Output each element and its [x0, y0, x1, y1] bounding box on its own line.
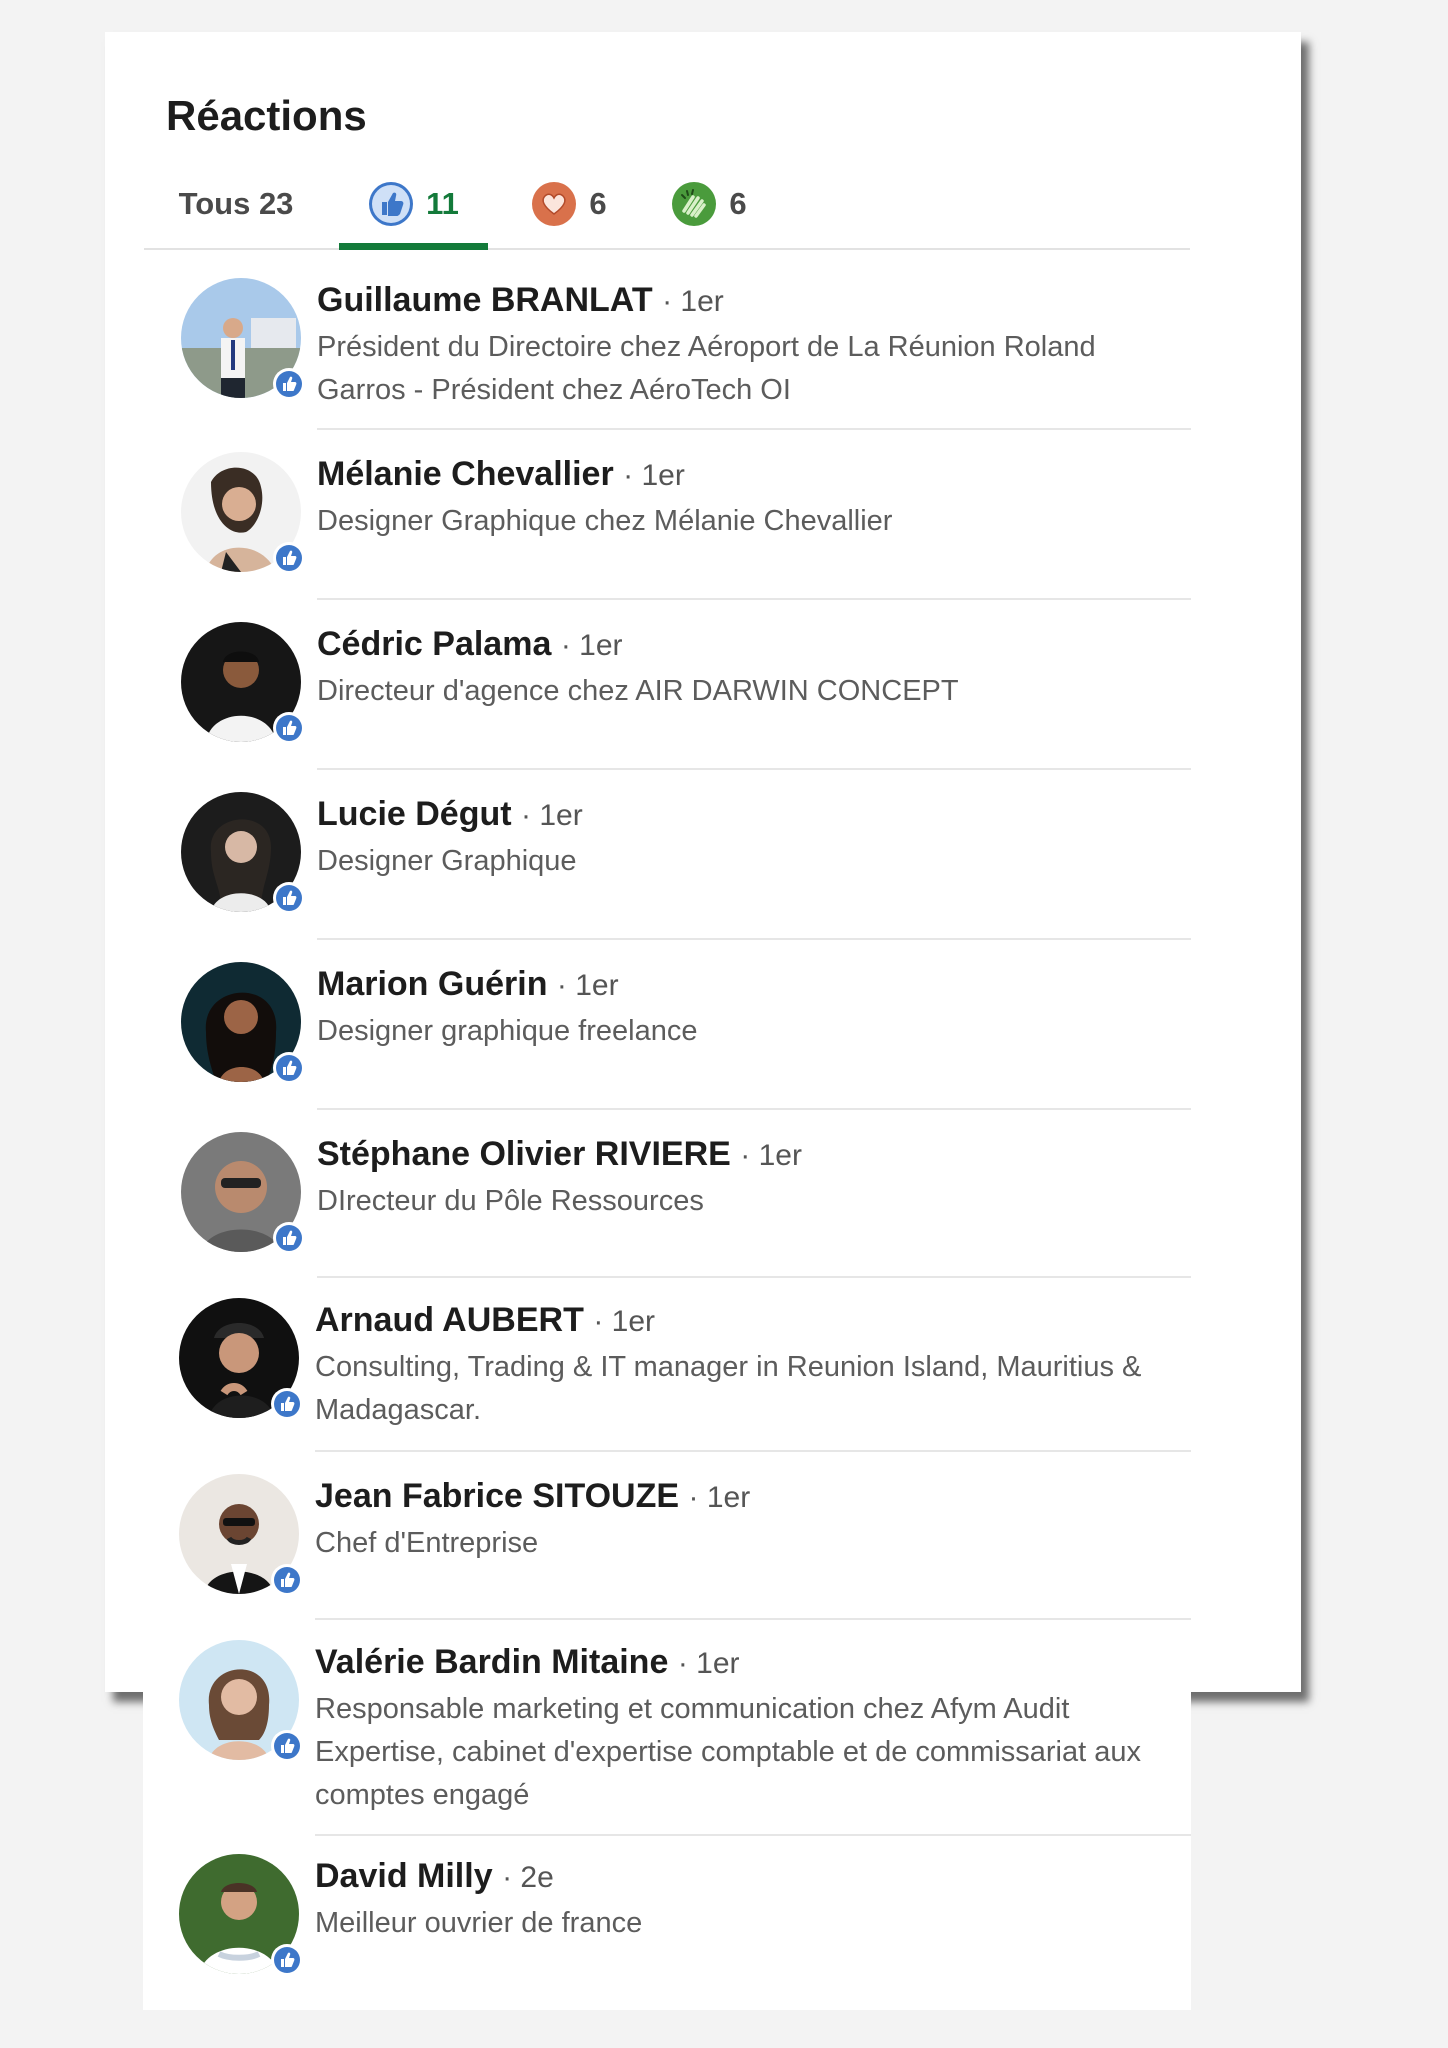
reactor-name[interactable]: Marion Guérin [317, 965, 547, 1003]
reactor-info: Jean Fabrice SITOUZE · 1er Chef d'Entrep… [315, 1474, 1191, 1620]
reactor-headline: Chef d'Entreprise [315, 1527, 539, 1559]
connection-degree: · 1er [740, 1139, 802, 1172]
reactor-headline: DIrecteur du Pôle Ressources [317, 1185, 704, 1217]
reactor-info: Lucie Dégut · 1er Designer Graphique [317, 792, 1191, 940]
clap-icon [671, 181, 717, 227]
tab-celebrate-count: 6 [729, 186, 747, 221]
connection-degree: · 1er [662, 285, 724, 318]
connection-degree: · 1er [677, 1647, 740, 1680]
reactor-headline: Président du Directoire chez Aéroport de… [317, 331, 1096, 406]
avatar-wrap [179, 1298, 303, 1420]
list-item[interactable]: Stéphane Olivier RIVIERE · 1er DIrecteur… [143, 1110, 1191, 1278]
modal-title: Réactions [166, 92, 367, 139]
avatar-wrap [181, 452, 305, 574]
reactor-info: Marion Guérin · 1er Designer graphique f… [317, 962, 1191, 1110]
list-item[interactable]: Valérie Bardin Mitaine · 1er Responsable… [143, 1620, 1191, 1836]
avatar-wrap [179, 1854, 303, 1976]
reactor-name[interactable]: Guillaume BRANLAT [317, 281, 653, 319]
reactor-name[interactable]: David Milly [315, 1857, 493, 1895]
tab-like-count: 11 [426, 186, 459, 221]
tab-love-count: 6 [589, 186, 607, 221]
avatar-wrap [181, 1132, 305, 1254]
list-item[interactable]: Guillaume BRANLAT · 1er Président du Dir… [143, 256, 1191, 430]
reactor-headline: Designer Graphique chez Mélanie Chevalli… [317, 505, 893, 537]
reactor-info: Valérie Bardin Mitaine · 1er Responsable… [315, 1640, 1191, 1836]
like-badge-icon [273, 1052, 305, 1084]
reactor-info: Arnaud AUBERT · 1er Consulting, Trading … [315, 1298, 1191, 1452]
reactor-info: Guillaume BRANLAT · 1er Président du Dir… [317, 278, 1191, 430]
reactor-list: Guillaume BRANLAT · 1er Président du Dir… [143, 256, 1191, 2010]
tab-celebrate[interactable]: 6 [644, 160, 774, 248]
reactor-name[interactable]: Lucie Dégut [317, 795, 512, 833]
reactor-headline: Responsable marketing et communication c… [315, 1693, 1141, 1811]
reactor-headline: Designer graphique freelance [317, 1015, 698, 1047]
like-badge-icon [271, 1944, 303, 1976]
list-item[interactable]: Lucie Dégut · 1er Designer Graphique [143, 770, 1191, 940]
connection-degree: · 2e [502, 1861, 554, 1894]
reactor-headline: Designer Graphique [317, 845, 577, 877]
reactor-headline: Directeur d'agence chez AIR DARWIN CONCE… [317, 675, 959, 707]
tab-all-label: Tous 23 [178, 186, 294, 221]
connection-degree: · 1er [556, 969, 619, 1002]
connection-degree: · 1er [623, 459, 685, 492]
list-item[interactable]: Jean Fabrice SITOUZE · 1er Chef d'Entrep… [143, 1452, 1191, 1620]
tab-like[interactable]: 11 [339, 160, 488, 250]
reactor-name[interactable]: Stéphane Olivier RIVIERE [317, 1135, 731, 1173]
like-badge-icon [271, 1564, 303, 1596]
like-badge-icon [273, 542, 305, 574]
list-item[interactable]: David Milly · 2e Meilleur ouvrier de fra… [143, 1836, 1191, 1976]
avatar-wrap [179, 1640, 303, 1762]
avatar-wrap [181, 792, 305, 914]
like-icon [368, 181, 414, 227]
connection-degree: · 1er [521, 799, 583, 832]
tab-love[interactable]: 6 [504, 160, 634, 248]
reactor-name[interactable]: Arnaud AUBERT [315, 1301, 584, 1339]
reactor-info: David Milly · 2e Meilleur ouvrier de fra… [315, 1854, 1191, 1964]
reactor-name[interactable]: Jean Fabrice SITOUZE [315, 1477, 679, 1515]
reactor-name[interactable]: Valérie Bardin Mitaine [315, 1643, 668, 1681]
tab-all[interactable]: Tous 23 [144, 160, 328, 248]
reactor-name[interactable]: Cédric Palama [317, 625, 551, 663]
heart-icon [531, 181, 577, 227]
avatar-wrap [179, 1474, 303, 1596]
like-badge-icon [273, 712, 305, 744]
reactor-name[interactable]: Mélanie Chevallier [317, 455, 614, 493]
reactor-info: Stéphane Olivier RIVIERE · 1er DIrecteur… [317, 1132, 1191, 1278]
connection-degree: · 1er [688, 1481, 751, 1514]
like-badge-icon [273, 882, 305, 914]
like-badge-icon [271, 1388, 303, 1420]
list-item[interactable]: Cédric Palama · 1er Directeur d'agence c… [143, 600, 1191, 770]
list-item[interactable]: Arnaud AUBERT · 1er Consulting, Trading … [143, 1278, 1191, 1452]
connection-degree: · 1er [560, 629, 623, 662]
reactor-headline: Consulting, Trading & IT manager in Reun… [315, 1351, 1142, 1426]
like-badge-icon [273, 1222, 305, 1254]
reactor-info: Mélanie Chevallier · 1er Designer Graphi… [317, 452, 1191, 600]
connection-degree: · 1er [593, 1305, 655, 1338]
list-item[interactable]: Mélanie Chevallier · 1er Designer Graphi… [143, 430, 1191, 600]
like-badge-icon [271, 1730, 303, 1762]
reactor-headline: Meilleur ouvrier de france [315, 1907, 643, 1939]
avatar-wrap [181, 962, 305, 1084]
reaction-tabs: Tous 23 11 6 6 [144, 160, 1190, 250]
like-badge-icon [273, 368, 305, 400]
avatar-wrap [181, 622, 305, 744]
list-item[interactable]: Marion Guérin · 1er Designer graphique f… [143, 940, 1191, 1110]
avatar-wrap [181, 278, 305, 400]
reactor-info: Cédric Palama · 1er Directeur d'agence c… [317, 622, 1191, 770]
